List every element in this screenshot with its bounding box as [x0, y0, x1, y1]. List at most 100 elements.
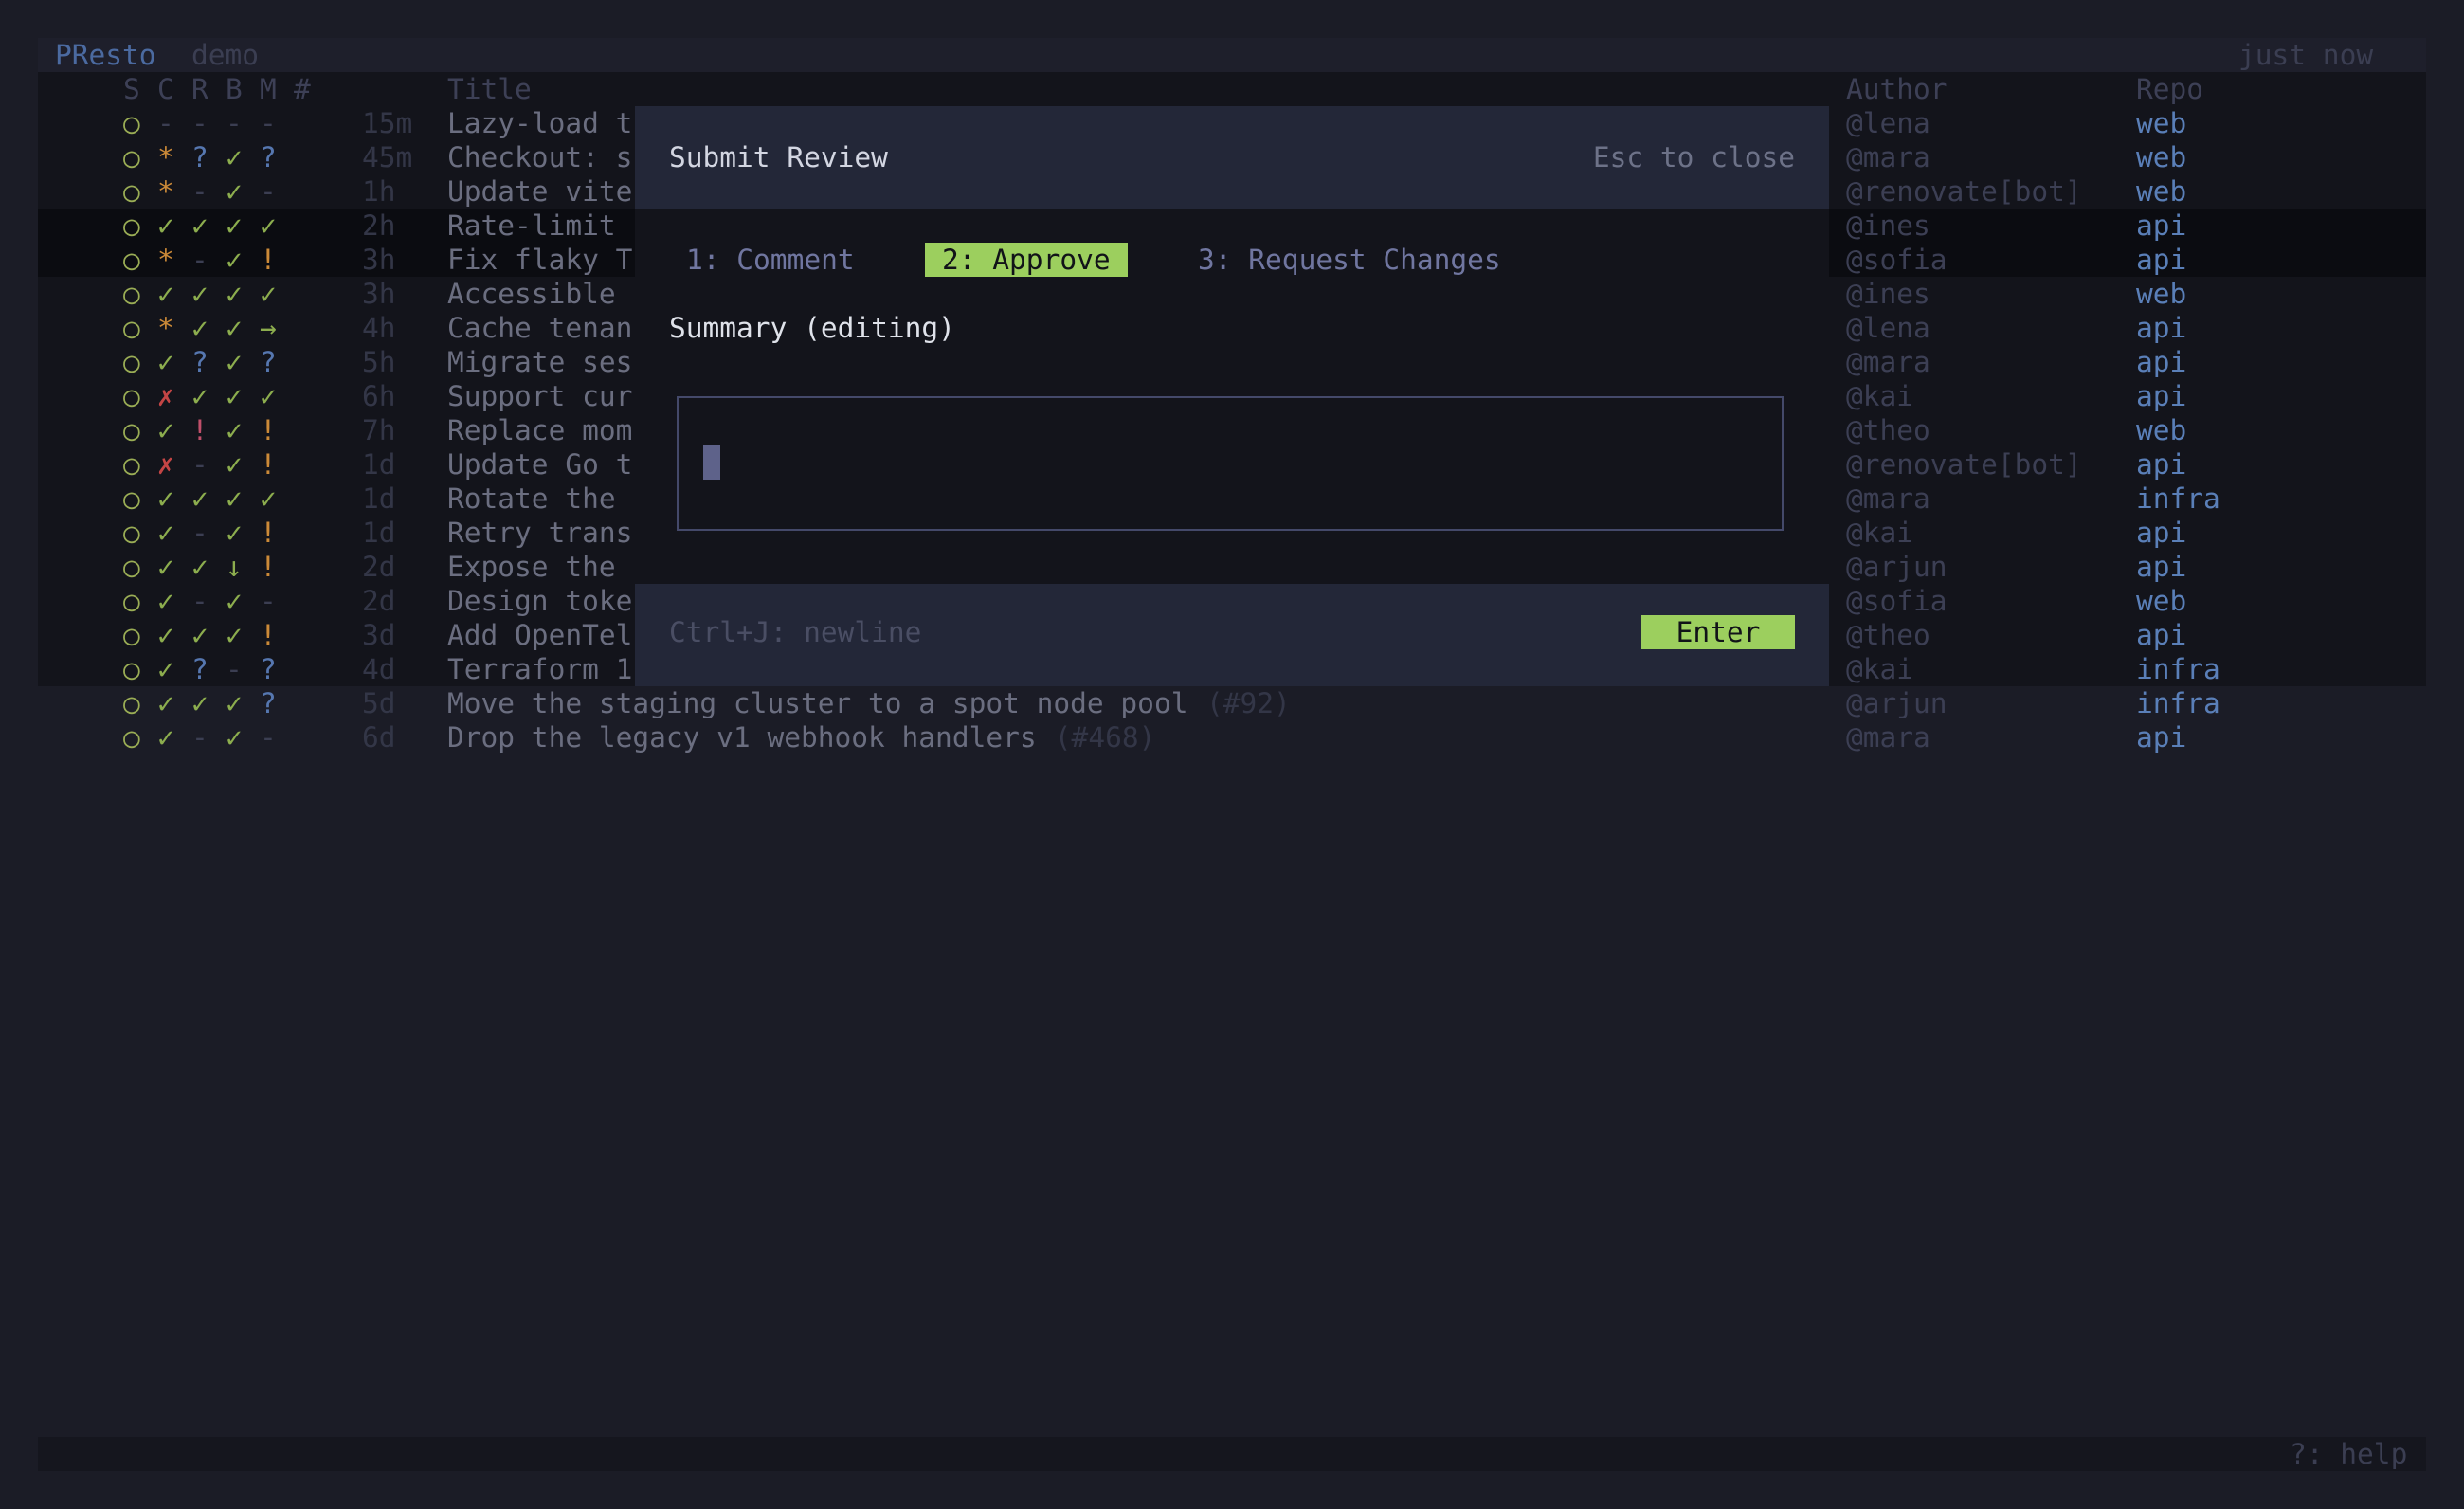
pr-title[interactable]: Terraform 1 [447, 652, 632, 686]
status-icon: ○ [123, 551, 140, 583]
pr-author[interactable]: @lena [1846, 311, 1930, 345]
pr-author[interactable]: @theo [1846, 413, 1930, 447]
review-status: - [191, 585, 208, 617]
pr-age: 3d [362, 619, 396, 651]
pr-author[interactable]: @renovate[bot] [1846, 174, 2082, 209]
pr-title[interactable]: Design toke [447, 584, 632, 618]
review-status: ✓ [191, 278, 208, 310]
summary-input[interactable] [677, 396, 1784, 531]
merge-status: ✓ [260, 482, 277, 515]
ci-status: ✓ [157, 551, 174, 583]
pr-author[interactable]: @arjun [1846, 686, 1948, 720]
pr-repo: api [2136, 448, 2187, 481]
pr-title[interactable]: Add OpenTel [447, 618, 632, 652]
merge-status: ! [260, 551, 277, 583]
close-hint[interactable]: Esc to close [1593, 140, 1795, 174]
tab-comment[interactable]: 1: Comment [686, 243, 855, 277]
status-icon: ○ [123, 107, 140, 139]
branch-status: ✓ [226, 482, 243, 515]
status-icon: ○ [123, 175, 140, 208]
pr-author[interactable]: @mara [1846, 482, 1930, 516]
col-header-merge[interactable]: M [260, 72, 277, 106]
col-header-repo[interactable]: Repo [2136, 72, 2203, 106]
pr-author[interactable]: @sofia [1846, 243, 1948, 277]
branch-status: ✓ [226, 687, 243, 719]
branch-status: ✓ [226, 585, 243, 617]
merge-status: ✓ [260, 209, 277, 242]
pr-author[interactable]: @kai [1846, 652, 1913, 686]
pr-title[interactable]: Lazy-load t [447, 106, 632, 140]
pr-author[interactable]: @lena [1846, 106, 1930, 140]
status-icon: ○ [123, 585, 140, 617]
pr-title[interactable]: Move the staging cluster to a spot node … [447, 686, 1187, 720]
review-status: ✓ [191, 312, 208, 344]
col-header-review[interactable]: R [191, 72, 208, 106]
pr-title[interactable]: Migrate ses [447, 345, 632, 379]
pr-title[interactable]: Fix flaky T [447, 243, 632, 277]
review-status: - [191, 107, 208, 139]
pr-author[interactable]: @kai [1846, 516, 1913, 550]
col-header-number[interactable]: # [294, 72, 311, 106]
pr-author[interactable]: @theo [1846, 618, 1930, 652]
pr-age: 45m [362, 141, 413, 173]
review-status: - [191, 721, 208, 754]
merge-status: ? [260, 346, 277, 378]
pr-title[interactable]: Cache tenan [447, 311, 632, 345]
pr-title[interactable]: Support cur [447, 379, 632, 413]
pr-title[interactable]: Expose the [447, 550, 616, 584]
col-header-branch[interactable]: B [226, 72, 243, 106]
tab-request-changes[interactable]: 3: Request Changes [1198, 243, 1501, 277]
pr-author[interactable]: @ines [1846, 277, 1930, 311]
help-hint[interactable]: ?: help [2290, 1437, 2407, 1471]
pr-author[interactable]: @mara [1846, 345, 1930, 379]
pr-title[interactable]: Rotate the [447, 482, 616, 516]
pr-author[interactable]: @renovate[bot] [1846, 447, 2082, 482]
pr-title[interactable]: Accessible [447, 277, 616, 311]
pr-title[interactable]: Replace mom [447, 413, 632, 447]
status-icon: ○ [123, 619, 140, 651]
branch-status: ↓ [226, 551, 243, 583]
table-row[interactable] [38, 720, 2426, 754]
review-status: ? [191, 141, 208, 173]
pr-title[interactable]: Retry trans [447, 516, 632, 550]
pr-title[interactable]: Rate-limit [447, 209, 616, 243]
modal-footer: Ctrl+J: newline Enter [635, 584, 1829, 686]
pr-repo: web [2136, 414, 2187, 446]
merge-status: ✓ [260, 380, 277, 412]
pr-author[interactable]: @mara [1846, 720, 1930, 754]
col-header-author[interactable]: Author [1846, 72, 1948, 106]
pr-author[interactable]: @ines [1846, 209, 1930, 243]
text-cursor [703, 445, 720, 480]
modal-title: Submit Review [669, 141, 888, 173]
branch-status: ✓ [226, 141, 243, 173]
review-status: - [191, 175, 208, 208]
pr-author[interactable]: @sofia [1846, 584, 1948, 618]
col-header-title[interactable]: Title [447, 72, 532, 106]
column-header-row [38, 72, 2426, 106]
col-header-ci[interactable]: C [157, 72, 174, 106]
pr-repo: api [2136, 244, 2187, 276]
tab-approve[interactable]: 2: Approve [925, 243, 1128, 277]
ci-status: ✓ [157, 619, 174, 651]
ci-status: ✓ [157, 414, 174, 446]
status-icon: ○ [123, 517, 140, 549]
pr-age: 3h [362, 278, 396, 310]
pr-title[interactable]: Update vite [447, 174, 632, 209]
status-bar [38, 1437, 2426, 1471]
pr-age: 3h [362, 244, 396, 276]
pr-title[interactable]: Checkout: s [447, 140, 632, 174]
pr-repo: web [2136, 141, 2187, 173]
pr-repo: infra [2136, 687, 2220, 719]
ci-status: * [157, 141, 174, 173]
col-header-status[interactable]: S [123, 72, 140, 106]
pr-title[interactable]: Update Go t [447, 447, 632, 482]
submit-enter-button[interactable]: Enter [1641, 615, 1795, 649]
pr-author[interactable]: @kai [1846, 379, 1913, 413]
branch-status: ✓ [226, 619, 243, 651]
pr-age: 2h [362, 209, 396, 242]
pr-title[interactable]: Drop the legacy v1 webhook handlers [447, 720, 1037, 754]
pr-author[interactable]: @arjun [1846, 550, 1948, 584]
branch-status: ✓ [226, 209, 243, 242]
status-icon: ○ [123, 346, 140, 378]
pr-author[interactable]: @mara [1846, 140, 1930, 174]
